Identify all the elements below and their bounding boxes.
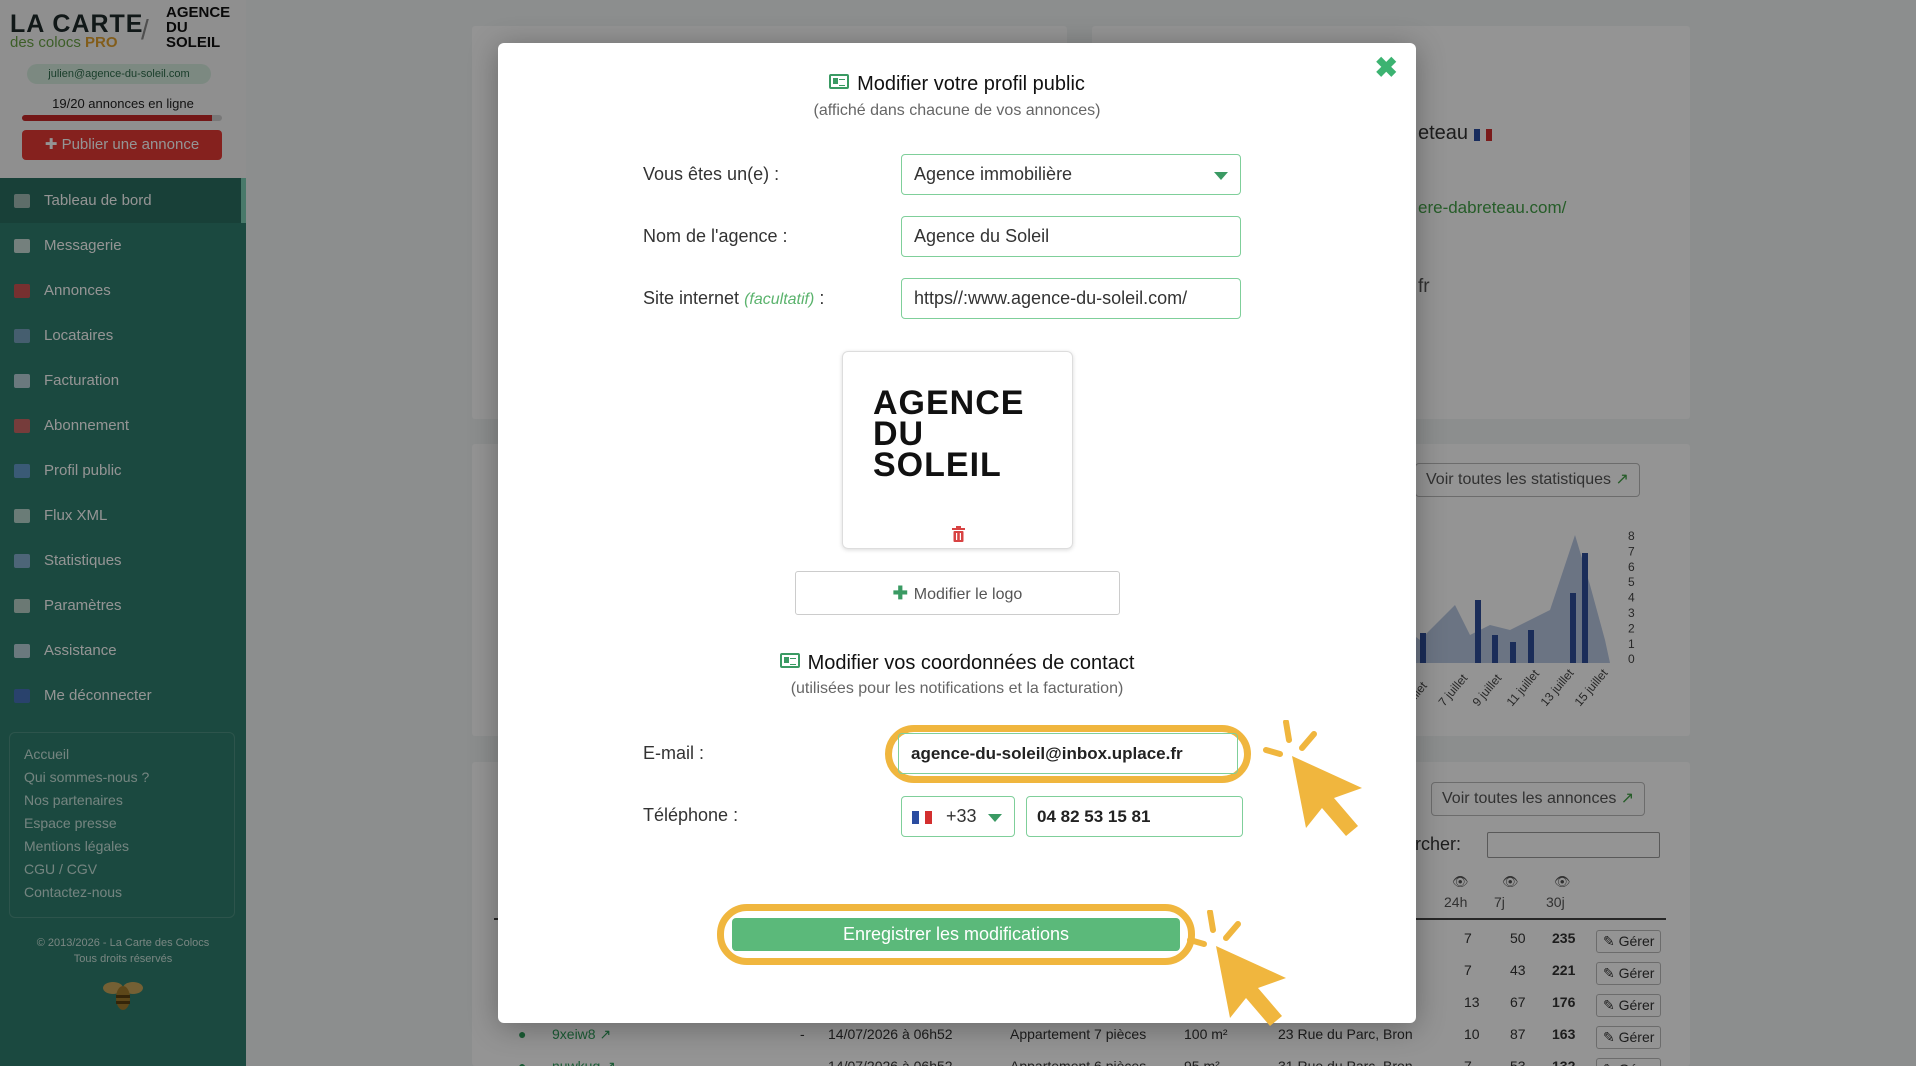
website-label-text: Site internet: [643, 288, 740, 308]
modal-title-text: Modifier votre profil public: [857, 73, 1085, 95]
optional-hint: (facultatif): [744, 291, 815, 308]
contact-section-subtitle: (utilisées pour les notifications et la …: [790, 680, 1124, 697]
agency-logo-image: AGENCE DU SOLEIL: [873, 386, 1024, 484]
logo-line: SOLEIL: [873, 446, 1002, 484]
phone-label: Téléphone :: [643, 805, 739, 825]
email-label: E-mail :: [643, 743, 705, 763]
phone-input[interactable]: 04 82 53 15 81: [1026, 796, 1243, 837]
trash-icon[interactable]: [952, 526, 965, 542]
website-label: Site internet (facultatif) :: [643, 288, 824, 309]
email-input[interactable]: agence-du-soleil@inbox.uplace.fr: [898, 733, 1238, 774]
save-button[interactable]: Enregistrer les modifications: [732, 918, 1180, 951]
contact-title-text: Modifier vos coordonnées de contact: [807, 652, 1135, 674]
phone-country-code: +33: [946, 806, 977, 826]
edit-profile-modal: ✖ Modifier votre profil public (affiché …: [498, 43, 1416, 1023]
chevron-down-icon: [988, 814, 1002, 822]
flag-fr-icon: [912, 811, 933, 824]
id-card-icon: [829, 74, 850, 89]
chevron-down-icon: [1214, 172, 1228, 180]
id-card-icon: [779, 653, 800, 668]
modal-subtitle: (affiché dans chacune de vos annonces): [813, 102, 1101, 119]
website-input[interactable]: https//:www.agence-du-soleil.com/: [901, 278, 1241, 319]
modal-title: Modifier votre profil public: [498, 73, 1416, 96]
agency-name-label: Nom de l'agence :: [643, 226, 788, 246]
agency-name-input[interactable]: Agence du Soleil: [901, 216, 1241, 257]
modify-logo-button[interactable]: ✚ Modifier le logo: [795, 571, 1120, 615]
plus-icon: ✚: [892, 583, 908, 603]
type-label: Vous êtes un(e) :: [643, 164, 780, 184]
website-label-colon: :: [814, 288, 825, 308]
pointer-cursor-icon: [1263, 720, 1362, 836]
agency-logo-preview: AGENCE DU SOLEIL: [842, 351, 1073, 549]
pointer-cursor-icon: [1187, 910, 1286, 1026]
modify-logo-label: Modifier le logo: [913, 586, 1023, 603]
phone-country-select[interactable]: +33: [901, 796, 1015, 837]
contact-section-title: Modifier vos coordonnées de contact: [498, 652, 1416, 675]
type-select-value: Agence immobilière: [914, 164, 1073, 184]
type-select[interactable]: Agence immobilière: [901, 154, 1241, 195]
